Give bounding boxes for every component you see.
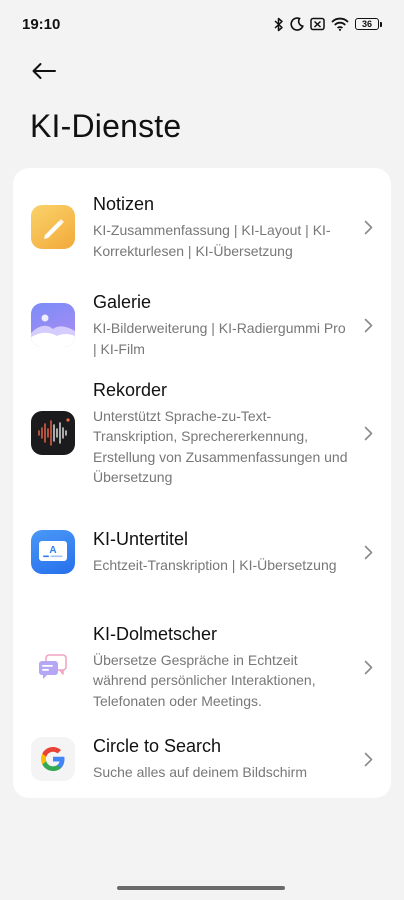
item-title: KI-Untertitel — [93, 529, 189, 550]
chevron-right-icon — [361, 316, 375, 334]
list-item-rekorder[interactable]: Rekorder Unterstützt Sprache-zu-Text-Tra… — [13, 374, 391, 492]
item-subtitle: Echtzeit-Transkription | KI-Übersetzung — [93, 557, 337, 574]
interpreter-app-icon — [31, 645, 75, 689]
chevron-right-icon — [361, 750, 375, 768]
item-subtitle: Suche alles auf deinem Bildschirm — [93, 764, 307, 781]
battery-icon: 36 — [355, 18, 382, 30]
chevron-right-icon — [361, 424, 375, 442]
page-title: KI-Dienste — [30, 108, 182, 144]
item-subtitle: Übersetze Gespräche in Echtzeit während … — [93, 651, 316, 709]
item-subtitle: KI-Bilderweiterung | KI-Radiergummi Pro … — [93, 320, 346, 357]
home-indicator[interactable] — [117, 886, 285, 890]
item-subtitle: Unterstützt Sprache-zu-Text-Transkriptio… — [93, 407, 348, 486]
item-title: KI-Dolmetscher — [93, 623, 218, 644]
item-subtitle: KI-Zusammenfassung | KI-Layout | KI-Korr… — [93, 222, 331, 259]
item-title: Galerie — [93, 292, 152, 312]
arrow-left-icon — [32, 63, 56, 79]
gallery-app-icon — [31, 303, 75, 347]
list-item-circle-to-search[interactable]: Circle to Search Suche alles auf deinem … — [13, 722, 391, 796]
do-not-disturb-moon-icon — [290, 17, 304, 31]
notes-app-icon — [31, 205, 75, 249]
list-item-galerie[interactable]: Galerie KI-Bilderweiterung | KI-Radiergu… — [13, 276, 391, 374]
status-icons: 36 — [274, 17, 382, 32]
status-time: 19:10 — [22, 15, 61, 33]
subtitles-app-icon: A — [31, 530, 75, 574]
wifi-icon — [331, 17, 349, 31]
chevron-right-icon — [361, 543, 375, 561]
back-button[interactable] — [26, 54, 62, 88]
services-list: Notizen KI-Zusammenfassung | KI-Layout |… — [13, 168, 391, 798]
item-title: Notizen — [93, 194, 155, 214]
item-title: Circle to Search — [93, 736, 222, 757]
item-title: Rekorder — [93, 379, 168, 400]
recorder-app-icon — [31, 411, 75, 455]
battery-level: 36 — [355, 18, 379, 30]
svg-text:A: A — [49, 545, 56, 556]
bluetooth-icon — [274, 17, 283, 31]
chevron-right-icon — [361, 658, 375, 676]
google-icon — [31, 737, 75, 781]
status-bar: 19:10 36 — [0, 0, 404, 48]
list-item-notizen[interactable]: Notizen KI-Zusammenfassung | KI-Layout |… — [13, 178, 391, 276]
no-sim-icon — [310, 17, 325, 31]
chevron-right-icon — [361, 218, 375, 236]
list-item-ki-dolmetscher[interactable]: KI-Dolmetscher Übersetze Gespräche in Ec… — [13, 612, 391, 722]
list-item-ki-untertitel[interactable]: A KI-Untertitel Echtzeit-Transkription |… — [13, 492, 391, 612]
